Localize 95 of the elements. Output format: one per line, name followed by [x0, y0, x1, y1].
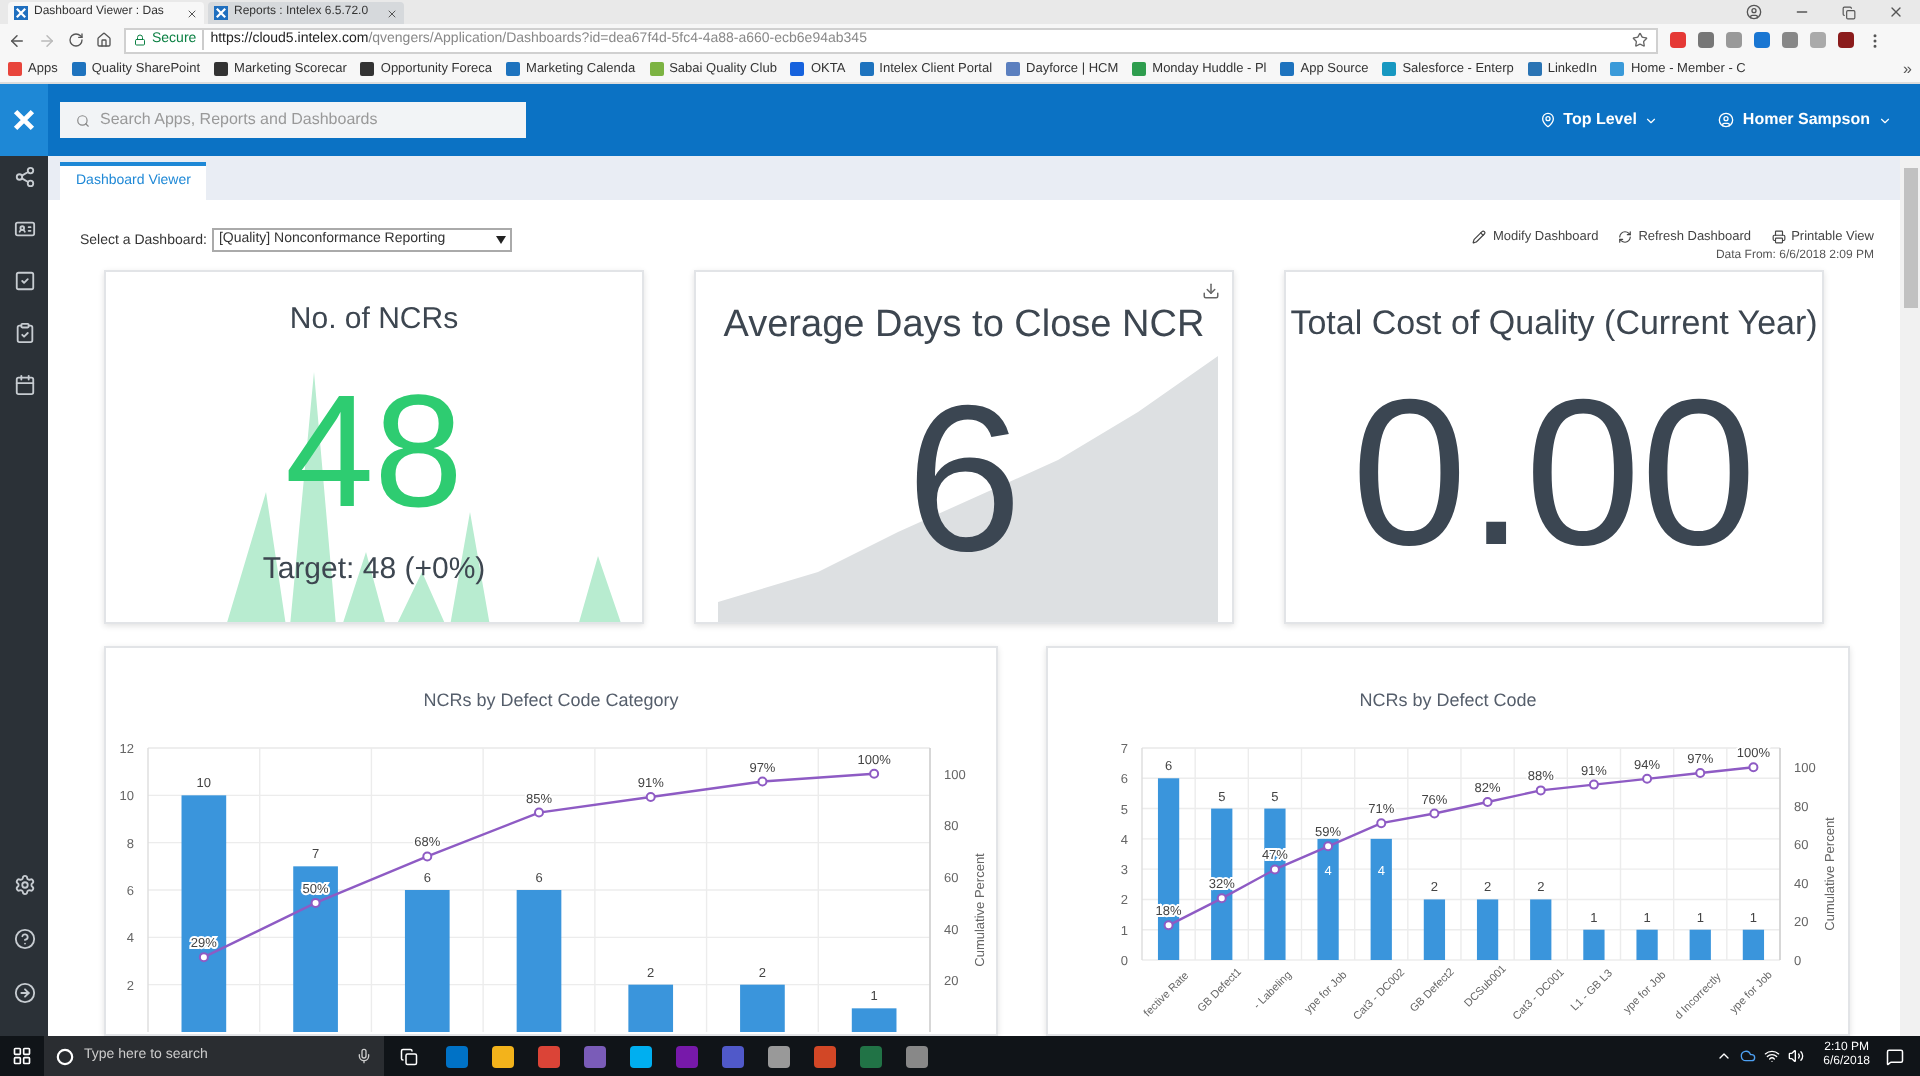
- chart-point: [1535, 785, 1546, 796]
- chart-bar: [628, 984, 674, 1032]
- scrollbar[interactable]: [1900, 156, 1920, 1036]
- chart-point: [1429, 808, 1440, 819]
- kpi-target: Target: 48 (+0%): [262, 549, 486, 589]
- tab-favicon-icon: [214, 6, 228, 20]
- location-menu[interactable]: Top Level: [1539, 108, 1659, 132]
- pin-icon: [1539, 112, 1556, 128]
- logo-icon: [12, 108, 36, 132]
- kpi-value: 48: [285, 371, 463, 531]
- clipboard-icon[interactable]: [13, 322, 35, 344]
- caret-icon: [1644, 113, 1659, 127]
- chart-point: [1482, 796, 1493, 807]
- settings-icon[interactable]: [13, 874, 35, 896]
- star-icon[interactable]: [1632, 32, 1648, 48]
- user-icon: [1718, 112, 1735, 128]
- taskbar-app-icon[interactable]: [906, 1045, 928, 1067]
- kpi-title: No. of NCRs: [289, 300, 459, 340]
- kpi-title: Average Days to Close NCR: [723, 302, 1205, 350]
- help-icon[interactable]: [13, 928, 35, 950]
- cloud-icon[interactable]: [1739, 1048, 1756, 1064]
- taskbar-app-icon[interactable]: [538, 1045, 560, 1067]
- caret-icon: [496, 236, 507, 244]
- volume-icon[interactable]: [1787, 1048, 1804, 1064]
- chart-point: [310, 897, 321, 908]
- user-menu[interactable]: Homer Sampson: [1718, 108, 1892, 132]
- home-icon[interactable]: [96, 32, 112, 48]
- taskbar-app-icon[interactable]: [768, 1045, 790, 1067]
- chart-point: [1748, 762, 1759, 773]
- chart-point: [757, 776, 768, 787]
- chart-point: [1323, 841, 1334, 852]
- search-field[interactable]: Search Apps, Reports and Dashboards: [60, 102, 526, 138]
- app-logo[interactable]: [0, 84, 48, 156]
- checkbox-icon[interactable]: [13, 270, 35, 292]
- pencil-icon: [1472, 230, 1487, 245]
- notifications-icon[interactable]: [1886, 1047, 1904, 1065]
- close-icon[interactable]: [386, 7, 398, 19]
- cortana-icon: [56, 1047, 74, 1065]
- tab-favicon-icon: [14, 6, 28, 20]
- chart-bar: [740, 984, 785, 1032]
- taskbar-app-icon[interactable]: [814, 1045, 836, 1067]
- chart-bar: [404, 890, 450, 1032]
- chart-bar: [1583, 929, 1605, 960]
- network-icon[interactable]: [1763, 1048, 1780, 1064]
- chart-title: NCRs by Defect Code Category: [423, 690, 679, 710]
- taskbar-app-icon[interactable]: [630, 1045, 652, 1067]
- chart-point: [869, 768, 880, 779]
- chart-point: [645, 792, 656, 803]
- chart-point: [1163, 920, 1174, 931]
- chart-point: [422, 851, 433, 862]
- chart-point: [1216, 893, 1227, 904]
- search-icon: [76, 113, 90, 127]
- chart-point: [1695, 768, 1706, 779]
- close-icon[interactable]: [1888, 4, 1904, 20]
- chart-point: [198, 952, 209, 963]
- bookmarks-overflow[interactable]: »: [1903, 57, 1912, 81]
- chart-bar: [1636, 929, 1658, 960]
- search-input[interactable]: Search Apps, Reports and Dashboards: [100, 108, 510, 132]
- calendar-icon[interactable]: [13, 374, 35, 396]
- expand-icon[interactable]: [13, 982, 35, 1004]
- mic-icon[interactable]: [356, 1048, 372, 1064]
- close-icon[interactable]: [186, 7, 198, 19]
- chart-bar: [851, 1008, 897, 1032]
- chart-point: [534, 807, 544, 818]
- refresh-icon: [1618, 230, 1633, 245]
- printer-icon: [1771, 230, 1786, 245]
- restore-icon[interactable]: [1842, 6, 1856, 20]
- taskbar-app-icon[interactable]: [492, 1045, 514, 1067]
- chart-point: [1269, 864, 1280, 875]
- chart-bar: [1530, 899, 1552, 960]
- back-icon[interactable]: [8, 31, 26, 49]
- kpi-value: 0.00: [1351, 369, 1757, 577]
- chart-point: [1588, 779, 1599, 790]
- caret-icon: [1878, 113, 1892, 127]
- chart-bar: [1742, 929, 1765, 960]
- chart-bar: [516, 890, 562, 1032]
- chart-bar: [1476, 899, 1499, 960]
- task-view-icon[interactable]: [400, 1047, 418, 1065]
- windows-start-icon[interactable]: [12, 1046, 32, 1066]
- tray-chevron-icon[interactable]: [1715, 1048, 1732, 1064]
- download-icon[interactable]: [1202, 282, 1220, 300]
- chart-bar: [1689, 929, 1711, 960]
- reload-icon[interactable]: [68, 32, 84, 48]
- chart-point: [1376, 818, 1387, 829]
- chart-bar: [1423, 899, 1446, 960]
- kpi-title: Total Cost of Quality (Current Year): [1290, 302, 1818, 346]
- profile-icon[interactable]: [1746, 4, 1762, 20]
- share-icon[interactable]: [13, 166, 35, 188]
- lock-icon: [134, 34, 146, 46]
- kpi-value: 6: [906, 375, 1022, 583]
- id-card-icon[interactable]: [13, 218, 35, 240]
- chart-title: NCRs by Defect Code: [1359, 690, 1537, 710]
- chart-bar: [1317, 838, 1339, 960]
- chart-point: [1642, 773, 1653, 784]
- chart-bar: [1370, 838, 1392, 960]
